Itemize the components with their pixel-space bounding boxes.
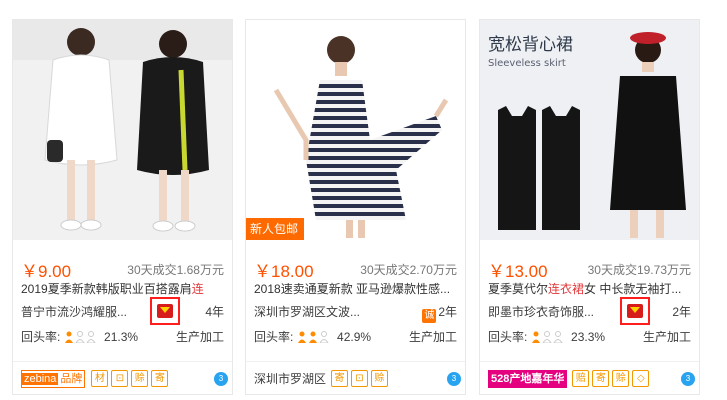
person-icon	[542, 331, 552, 343]
compensation-icon[interactable]: 赔	[572, 370, 590, 387]
shop-name[interactable]: 深圳市罗湖区文波...	[254, 305, 360, 319]
sales-volume: 30天成交19.73万元	[587, 263, 691, 277]
repeat-rate-value: 23.3%	[571, 330, 606, 344]
consign-icon[interactable]: 寄	[151, 370, 169, 387]
person-icon	[319, 331, 329, 343]
crown-badge-highlight[interactable]	[150, 297, 180, 325]
shop-years: 4年	[205, 305, 224, 319]
credit-icon[interactable]: 赊	[371, 370, 388, 387]
integrity-icon[interactable]: 诚	[422, 309, 437, 323]
shop-years-wrap: 诚 2年	[422, 303, 457, 323]
price: ￥13.00	[488, 262, 548, 281]
person-icon	[297, 331, 306, 343]
repeat-rate-label: 回头率:	[254, 330, 294, 344]
shield-icon[interactable]: ◇	[632, 370, 650, 387]
product-title[interactable]: 夏季莫代尔连衣裙女 中长款无袖打...	[488, 280, 693, 298]
wangwang-chat-icon[interactable]: 3	[681, 372, 695, 386]
crown-icon	[627, 304, 643, 318]
image-title: 宽松背心裙	[488, 35, 573, 55]
title-text[interactable]: 女 中长款无袖打...	[584, 282, 681, 296]
consign-icon[interactable]: 寄	[331, 370, 348, 387]
crown-icon	[157, 304, 173, 318]
product-image[interactable]: 宽松背心裙 Sleeveless skirt	[480, 20, 699, 240]
product-title[interactable]: 2019夏季新款韩版职业百搭露肩连	[21, 280, 226, 298]
brand-label: 品牌	[60, 373, 83, 385]
price: ￥9.00	[21, 262, 72, 281]
product-image[interactable]	[13, 20, 232, 240]
product-image[interactable]: 新人包邮	[246, 20, 465, 240]
shop-years: 2年	[672, 305, 691, 319]
price: ￥18.00	[254, 262, 314, 281]
credit-icon[interactable]: 赊	[131, 370, 149, 387]
image-subtitle: Sleeveless skirt	[488, 58, 566, 69]
shop-name[interactable]: 普宁市流沙鸿耀服...	[21, 305, 127, 319]
crown-badge-highlight[interactable]	[620, 297, 650, 325]
wangwang-chat-icon[interactable]: 3	[447, 372, 461, 386]
repeat-rate-value: 21.3%	[104, 330, 139, 344]
product-card-1[interactable]: ￥9.00 30天成交1.68万元 2019夏季新款韩版职业百搭露肩连 普宁市流…	[12, 19, 233, 395]
material-icon[interactable]: 材	[91, 370, 109, 387]
credit-icon[interactable]: 赊	[612, 370, 630, 387]
location-text: 深圳市罗湖区	[254, 372, 327, 386]
person-icon	[75, 331, 85, 343]
business-type: 生产加工	[642, 330, 691, 344]
business-type: 生产加工	[175, 330, 224, 344]
wangwang-chat-icon[interactable]: 3	[214, 372, 228, 386]
repeat-rate-value: 42.9%	[337, 330, 372, 344]
title-keyword[interactable]: 连	[192, 282, 204, 296]
title-text[interactable]: 2019夏季新款韩版职业百搭露肩	[21, 282, 192, 296]
sales-volume: 30天成交1.68万元	[127, 263, 224, 277]
person-icon	[64, 331, 73, 343]
new-customer-tag: 新人包邮	[246, 218, 305, 240]
shop-name[interactable]: 即墨市珍衣奇饰服...	[488, 305, 594, 319]
consign-icon[interactable]: 寄	[592, 370, 610, 387]
sample-icon[interactable]: ⊡	[351, 370, 368, 387]
product-title[interactable]: 2018速卖通夏新款 亚马逊爆款性感...	[254, 280, 459, 298]
repeat-rate-label: 回头率:	[21, 330, 61, 344]
brand-name: zebina	[22, 373, 59, 385]
product-card-2[interactable]: 新人包邮 ￥18.00 30天成交2.70万元 2018速卖通夏新款 亚马逊爆款…	[245, 19, 466, 395]
shop-years: 2年	[438, 305, 457, 319]
product-card-3[interactable]: 宽松背心裙 Sleeveless skirt ￥13.00 30天成交19.73…	[479, 19, 700, 395]
sales-volume: 30天成交2.70万元	[360, 263, 457, 277]
person-icon	[86, 331, 96, 343]
person-icon	[308, 331, 317, 343]
title-text[interactable]: 夏季莫代尔	[488, 282, 548, 296]
person-icon	[531, 331, 540, 343]
event-badge[interactable]: 528产地嘉年华	[488, 370, 568, 388]
sample-icon[interactable]: ⊡	[111, 370, 129, 387]
business-type: 生产加工	[408, 330, 457, 344]
title-keyword[interactable]: 连衣裙	[548, 282, 584, 296]
person-icon	[553, 331, 563, 343]
repeat-rate-label: 回头率:	[488, 330, 528, 344]
brand-badge[interactable]: zebina 品牌	[21, 370, 86, 388]
